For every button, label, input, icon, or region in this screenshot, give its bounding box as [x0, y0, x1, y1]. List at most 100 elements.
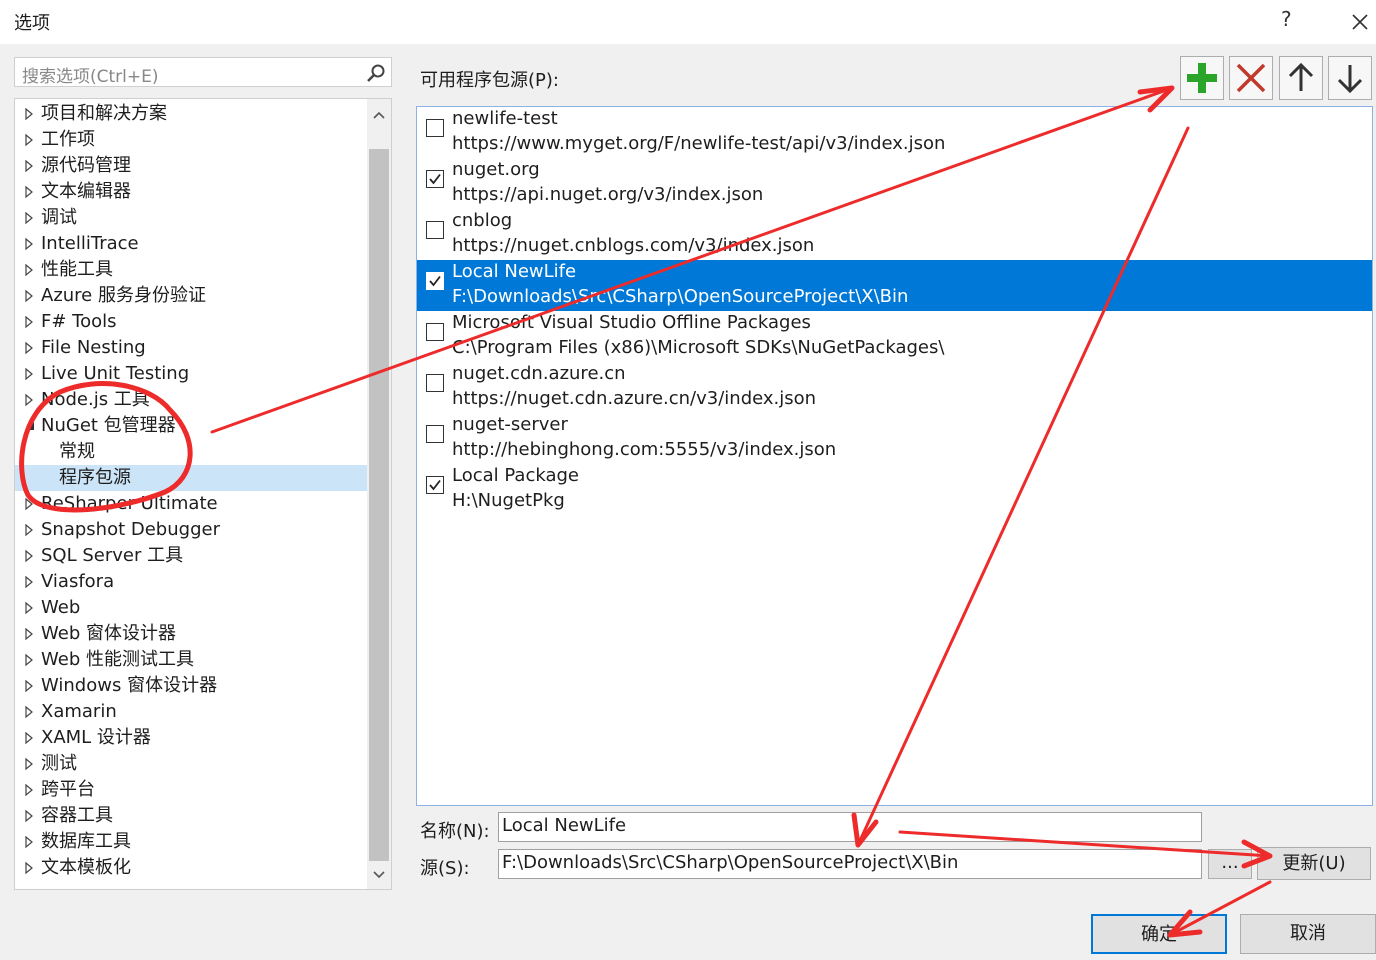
cancel-button[interactable]: 取消 — [1240, 914, 1376, 954]
tree-item[interactable]: Azure 服务身份验证 — [15, 283, 367, 309]
name-field[interactable]: Local NewLife — [498, 812, 1202, 842]
collapsed-arrow-icon[interactable] — [23, 101, 37, 127]
source-checkbox[interactable] — [426, 374, 444, 392]
move-down-button[interactable] — [1328, 56, 1372, 100]
collapsed-arrow-icon[interactable] — [23, 205, 37, 231]
source-row[interactable]: nuget-server http://hebinghong.com:5555/v… — [417, 413, 1372, 464]
source-row[interactable]: Local NewLife F:\Downloads\Src\CSharp\Ope… — [417, 260, 1372, 311]
tree-item[interactable]: 文本编辑器 — [15, 179, 367, 205]
collapsed-arrow-icon[interactable] — [23, 257, 37, 283]
search-input[interactable]: 搜索选项(Ctrl+E) — [14, 57, 392, 87]
tree-item-label: Windows 窗体设计器 — [41, 675, 218, 696]
scroll-up-icon[interactable] — [372, 107, 386, 121]
source-row[interactable]: newlife-test https://www.myget.org/F/newl… — [417, 107, 1372, 158]
collapsed-arrow-icon[interactable] — [23, 153, 37, 179]
tree-item[interactable]: XAML 设计器 — [15, 725, 367, 751]
collapsed-arrow-icon[interactable] — [23, 491, 37, 517]
tree-item[interactable]: 容器工具 — [15, 803, 367, 829]
tree-item[interactable]: Snapshot Debugger — [15, 517, 367, 543]
ok-button[interactable]: 确定 — [1091, 914, 1227, 954]
source-checkbox[interactable] — [426, 476, 444, 494]
search-icon[interactable] — [365, 62, 387, 84]
package-source-list[interactable]: newlife-test https://www.myget.org/F/newl… — [416, 106, 1373, 806]
tree-item[interactable]: Web — [15, 595, 367, 621]
tree-item[interactable]: Web 性能测试工具 — [15, 647, 367, 673]
move-up-button[interactable] — [1279, 56, 1323, 100]
collapsed-arrow-icon[interactable] — [23, 231, 37, 257]
collapsed-arrow-icon[interactable] — [23, 803, 37, 829]
collapsed-arrow-icon[interactable] — [23, 543, 37, 569]
collapsed-arrow-icon[interactable] — [23, 621, 37, 647]
collapsed-arrow-icon[interactable] — [23, 725, 37, 751]
source-row[interactable]: cnblog https://nuget.cnblogs.com/v3/index… — [417, 209, 1372, 260]
tree-item[interactable]: 调试 — [15, 205, 367, 231]
collapsed-arrow-icon[interactable] — [23, 595, 37, 621]
tree-item[interactable]: 常规 — [15, 439, 367, 465]
browse-button[interactable]: ... — [1208, 849, 1252, 879]
tree-item-label: 容器工具 — [41, 805, 113, 826]
tree-item[interactable]: ReSharper Ultimate — [15, 491, 367, 517]
tree-item[interactable]: 测试 — [15, 751, 367, 777]
close-icon[interactable] — [1346, 8, 1374, 36]
tree-item[interactable]: 性能工具 — [15, 257, 367, 283]
tree-item[interactable]: 项目和解决方案 — [15, 101, 367, 127]
help-button[interactable]: ? — [1281, 7, 1292, 31]
collapsed-arrow-icon[interactable] — [23, 673, 37, 699]
tree-item[interactable]: Xamarin — [15, 699, 367, 725]
tree-item[interactable]: 跨平台 — [15, 777, 367, 803]
tree-item[interactable]: 程序包源 — [15, 465, 367, 491]
collapsed-arrow-icon[interactable] — [23, 517, 37, 543]
update-button[interactable]: 更新(U) — [1257, 847, 1371, 880]
source-checkbox[interactable] — [426, 221, 444, 239]
source-row[interactable]: nuget.cdn.azure.cn https://nuget.cdn.azur… — [417, 362, 1372, 413]
collapsed-arrow-icon[interactable] — [23, 335, 37, 361]
scrollbar-thumb[interactable] — [369, 149, 389, 861]
collapsed-arrow-icon[interactable] — [23, 179, 37, 205]
collapsed-arrow-icon[interactable] — [23, 751, 37, 777]
tree-item[interactable]: Node.js 工具 — [15, 387, 367, 413]
collapsed-arrow-icon[interactable] — [23, 127, 37, 153]
tree-item-label: 文本编辑器 — [41, 181, 131, 202]
tree-item[interactable]: Web 窗体设计器 — [15, 621, 367, 647]
source-row[interactable]: Microsoft Visual Studio Offline Packages… — [417, 311, 1372, 362]
tree-item[interactable]: IntelliTrace — [15, 231, 367, 257]
tree-item[interactable]: Viasfora — [15, 569, 367, 595]
collapsed-arrow-icon[interactable] — [23, 647, 37, 673]
tree-item[interactable]: SQL Server 工具 — [15, 543, 367, 569]
tree-item[interactable]: 源代码管理 — [15, 153, 367, 179]
source-checkbox[interactable] — [426, 272, 444, 290]
collapsed-arrow-icon[interactable] — [23, 855, 37, 881]
tree-scrollbar[interactable] — [367, 99, 391, 889]
collapsed-arrow-icon[interactable] — [23, 829, 37, 855]
source-row[interactable]: Local Package H:\NugetPkg — [417, 464, 1372, 515]
source-row[interactable]: nuget.org https://api.nuget.org/v3/index.… — [417, 158, 1372, 209]
options-tree[interactable]: 项目和解决方案 工作项 源代码管理 文本编辑器调试 IntelliTrace 性能工具 Az… — [14, 98, 392, 890]
tree-item[interactable]: 数据库工具 — [15, 829, 367, 855]
collapsed-arrow-icon[interactable] — [23, 309, 37, 335]
scroll-down-icon[interactable] — [372, 867, 386, 881]
expanded-arrow-icon[interactable] — [23, 413, 37, 439]
source-checkbox[interactable] — [426, 323, 444, 341]
tree-item[interactable]: Live Unit Testing — [15, 361, 367, 387]
tree-item[interactable]: NuGet 包管理器 — [15, 413, 367, 439]
tree-item[interactable]: Windows 窗体设计器 — [15, 673, 367, 699]
collapsed-arrow-icon[interactable] — [23, 699, 37, 725]
add-source-button[interactable] — [1180, 56, 1224, 100]
tree-item-label: Live Unit Testing — [41, 363, 190, 384]
collapsed-arrow-icon[interactable] — [23, 361, 37, 387]
tree-item[interactable]: F# Tools — [15, 309, 367, 335]
source-field[interactable]: F:\Downloads\Src\CSharp\OpenSourceProjec… — [498, 849, 1202, 879]
source-checkbox[interactable] — [426, 170, 444, 188]
dialog-title: 选项 — [14, 13, 50, 34]
collapsed-arrow-icon[interactable] — [23, 777, 37, 803]
tree-item[interactable]: 文本模板化 — [15, 855, 367, 881]
tree-item[interactable]: 工作项 — [15, 127, 367, 153]
tree-item[interactable]: File Nesting — [15, 335, 367, 361]
source-checkbox[interactable] — [426, 119, 444, 137]
remove-source-button[interactable] — [1229, 56, 1273, 100]
collapsed-arrow-icon[interactable] — [23, 569, 37, 595]
tree-item-label: 常规 — [59, 441, 95, 462]
collapsed-arrow-icon[interactable] — [23, 387, 37, 413]
collapsed-arrow-icon[interactable] — [23, 283, 37, 309]
source-checkbox[interactable] — [426, 425, 444, 443]
